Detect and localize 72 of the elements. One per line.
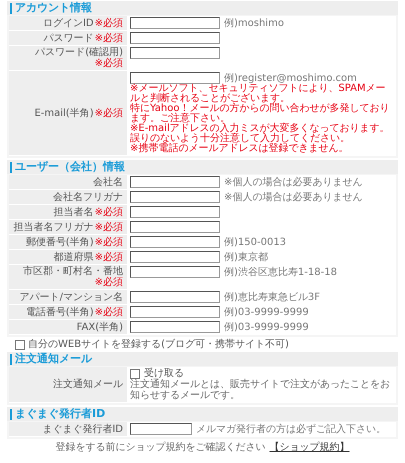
note-text: メルマガ発行者の方は必ずご記入下さい。 bbox=[196, 424, 386, 434]
field-label: 会社名フリガナ bbox=[53, 192, 123, 202]
text-field[interactable] bbox=[130, 176, 220, 188]
example-hint: 例)渋谷区恵比寿1-18-18 bbox=[224, 266, 337, 278]
required-mark: ※必須 bbox=[94, 18, 123, 28]
required-mark: ※必須 bbox=[94, 222, 123, 232]
text-field[interactable] bbox=[130, 17, 220, 29]
text-field[interactable] bbox=[130, 291, 220, 303]
accent-bar-icon bbox=[10, 2, 12, 14]
text-field[interactable] bbox=[130, 32, 220, 44]
text-field[interactable] bbox=[130, 191, 220, 203]
text-field[interactable] bbox=[130, 251, 220, 263]
text-field[interactable] bbox=[130, 321, 220, 333]
example-hint: 例)moshimo bbox=[224, 18, 284, 28]
accent-bar-icon bbox=[10, 354, 12, 364]
section-title: 注文通知メール bbox=[15, 353, 92, 365]
text-field[interactable] bbox=[130, 236, 220, 248]
required-mark: ※必須 bbox=[94, 252, 123, 262]
accent-bar-icon bbox=[10, 408, 12, 420]
warning-text: ※E-mailアドレスの入力ミスが大変多くなっております。 bbox=[130, 124, 391, 134]
example-hint: 例)恵比寿東急ビル3F bbox=[224, 292, 320, 302]
field-label: ログインID bbox=[42, 18, 94, 28]
field-label: 電話番号(半角) bbox=[26, 306, 94, 318]
section-title: まぐまぐ発行者ID bbox=[15, 408, 106, 420]
required-mark: ※必須 bbox=[94, 277, 123, 288]
text-field[interactable] bbox=[130, 206, 220, 218]
field-label: 都道府県 bbox=[54, 252, 94, 262]
checkbox-label[interactable]: 自分のWEBサイトを登録する(ブログ可・携帯サイト不可) bbox=[28, 339, 289, 350]
field-label: パスワード(確認用) bbox=[35, 47, 123, 58]
warning-text: 誤りのないよう十分注意して入力してください。 bbox=[130, 134, 351, 144]
required-mark: ※必須 bbox=[94, 58, 123, 69]
example-hint: 例)03-9999-9999 bbox=[224, 322, 309, 332]
example-hint: 例)03-9999-9999 bbox=[224, 306, 309, 318]
checkbox-label[interactable]: 受け取る bbox=[144, 368, 184, 379]
field-label: 担当者名 bbox=[54, 206, 94, 218]
section-title: ユーザー（会社）情報 bbox=[15, 161, 125, 173]
field-label: FAX(半角) bbox=[76, 322, 123, 332]
warning-text: ※メールソフト、セキュリティソフトにより、SPAMメールと判断されることがございます。 bbox=[130, 84, 386, 104]
checkbox[interactable] bbox=[15, 340, 25, 350]
footer-text: 登録をする前にショップ規約をご確認ください bbox=[56, 442, 266, 453]
field-label: まぐまぐ発行者ID bbox=[42, 424, 123, 434]
section-title: アカウント情報 bbox=[15, 2, 92, 14]
required-mark: ※必須 bbox=[94, 306, 123, 318]
field-label: アパート/マンション名 bbox=[20, 292, 123, 302]
text-field[interactable] bbox=[130, 47, 220, 59]
field-label: パスワード bbox=[44, 32, 94, 44]
field-label: E-mail(半角) bbox=[34, 108, 94, 118]
field-label: 会社名 bbox=[93, 176, 123, 188]
field-label: 注文通知メール bbox=[53, 379, 123, 390]
warning-text: ※携帯電話のメールアドレスは登録できません。 bbox=[130, 144, 350, 154]
example-hint: 例)150-0013 bbox=[224, 236, 286, 248]
example-hint: ※個人の場合は必要ありません bbox=[224, 176, 362, 188]
field-label: 郵便番号(半角) bbox=[26, 236, 94, 248]
text-field[interactable] bbox=[130, 306, 220, 318]
required-mark: ※必須 bbox=[94, 236, 123, 248]
example-hint: ※個人の場合は必要ありません bbox=[224, 192, 362, 202]
field-label: 市区郡・町村名・番地 bbox=[23, 266, 123, 277]
example-hint: 例)register@moshimo.com bbox=[224, 72, 357, 84]
field-label: 担当者名フリガナ bbox=[14, 222, 94, 232]
required-mark: ※必須 bbox=[94, 108, 123, 118]
warning-text: 特にYahoo！メールの方からの問い合わせが多発しております。ご注意下さい。 bbox=[130, 104, 390, 124]
example-hint: 例)東京都 bbox=[224, 252, 268, 262]
checkbox[interactable] bbox=[130, 368, 140, 378]
terms-link[interactable]: 【ショップ規約】 bbox=[270, 442, 350, 453]
text-field[interactable] bbox=[130, 221, 220, 233]
accent-bar-icon bbox=[10, 162, 12, 172]
required-mark: ※必須 bbox=[94, 32, 123, 44]
note-text: 注文通知メールとは、販売サイトで注文があったことをお知らせするメールです。 bbox=[130, 379, 391, 401]
required-mark: ※必須 bbox=[94, 206, 123, 218]
text-field[interactable] bbox=[130, 72, 220, 84]
text-field[interactable] bbox=[130, 423, 192, 435]
text-field[interactable] bbox=[130, 266, 220, 278]
